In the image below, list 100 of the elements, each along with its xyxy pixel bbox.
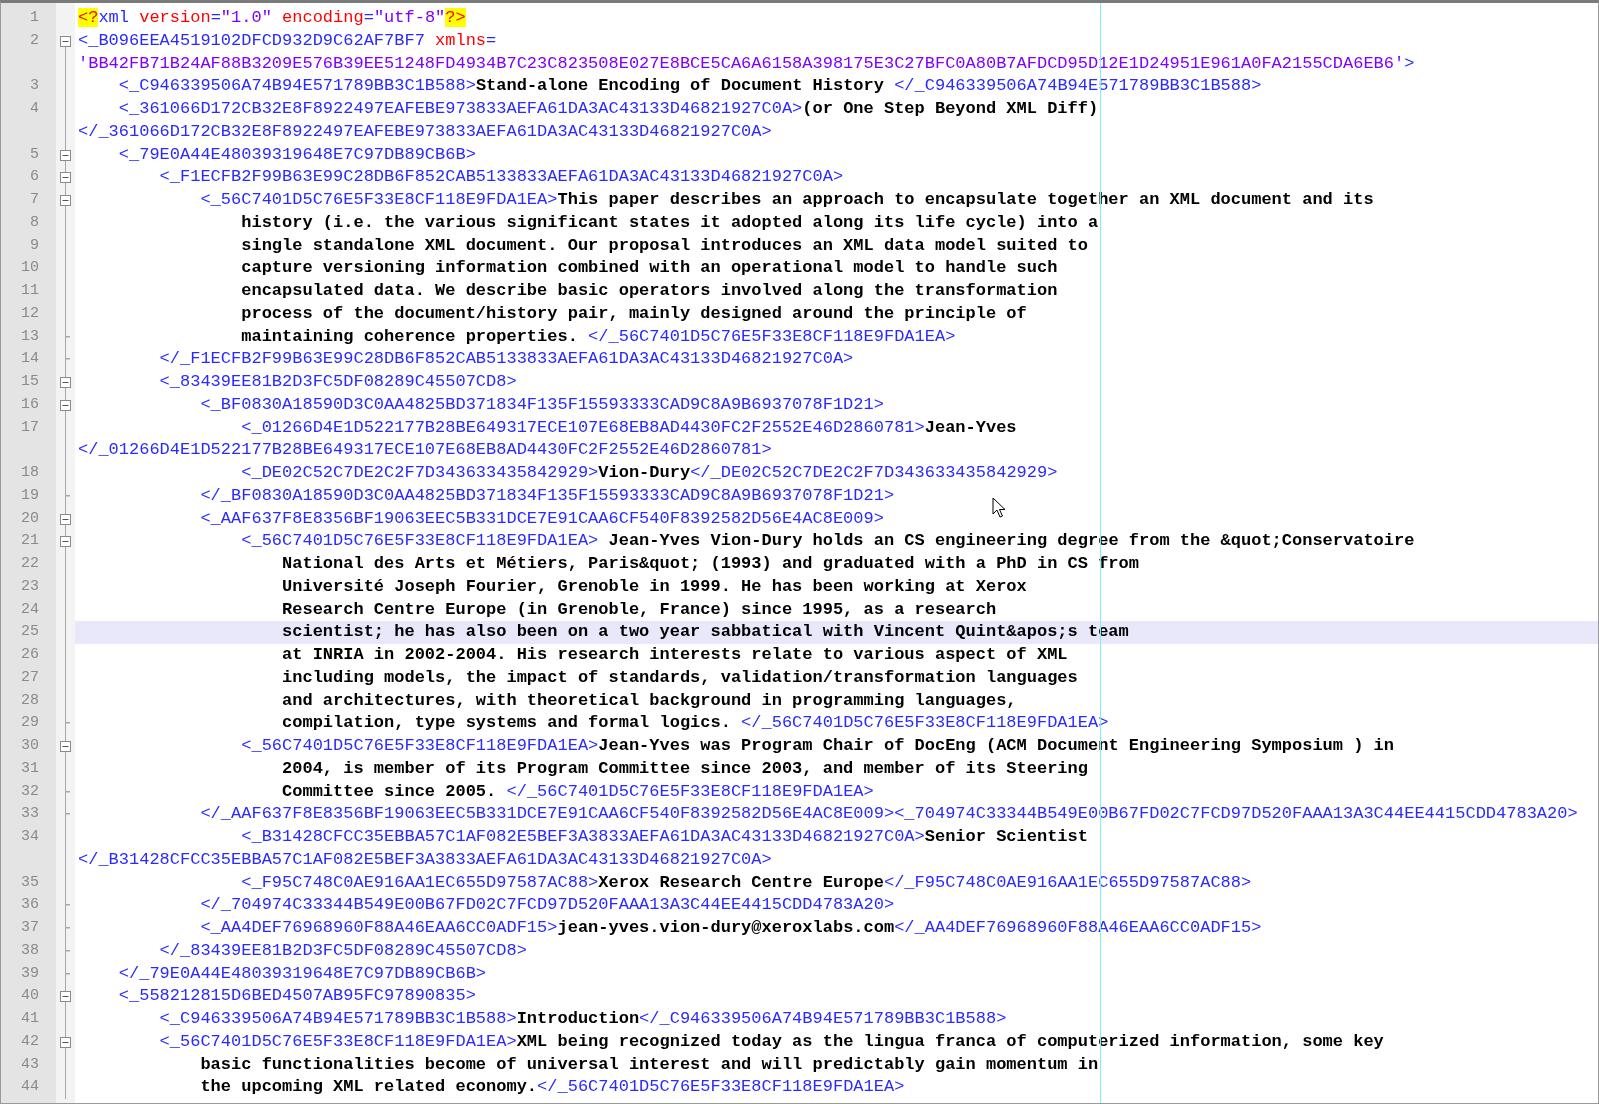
line-number: 42 (21, 1031, 40, 1052)
code-line: capture versioning information combined with an operational model to handle such (240, 257, 1058, 280)
code-line: basic functionalities become of universal interest and will predictably gain momentum in (199, 1053, 1099, 1076)
line-number: 9 (30, 235, 40, 256)
collapse-icon[interactable] (60, 1036, 71, 1048)
code-line: <_B31428CFCC35EBBA57C1AF082E5BEF3A3833AEFA61DA3AC43133D46821927C0A>Senior Scientist (240, 826, 1088, 848)
line-number: 32 (21, 781, 40, 802)
line-number: 2 (30, 30, 40, 51)
line-number: 28 (21, 690, 40, 711)
code-line: 2004, is member of its Program Committee since 2003, and member of its Steering (281, 757, 1088, 780)
code-line: <_C946339506A74B94E571789BB3C1B588>Introduction</_C946339506A74B94E571789BB3C1B588> (158, 1008, 1007, 1030)
code-line: <_56C7401D5C76E5F33E8CF118E9FDA1EA> Jean-Yves Vion-Dury holds an CS engineering degree from the &quot;Conservatoire (240, 530, 1415, 553)
line-number: 14 (21, 349, 40, 370)
line-number: 4 (30, 99, 40, 119)
code-line: maintaining coherence properties. </_56C7401D5C76E5F33E8CF118E9FDA1EA> (240, 325, 956, 348)
line-number: 26 (21, 645, 40, 665)
fold-end-icon (65, 790, 70, 793)
code-line: process of the document/history pair, mainly designed around the principle of (240, 302, 1027, 325)
line-number: 31 (21, 758, 40, 779)
code-line: <_BF0830A18590D3C0AA4825BD371834F135F15593333CAD9C8A9B6937078F1D21> (199, 393, 884, 416)
code-line: Research Centre Europe (in Grenoble, France) since 1995, as a research (281, 598, 997, 621)
code-line: history (i.e. the various significant states it adopted along its life cycle) into a (240, 211, 1099, 234)
collapse-icon[interactable] (60, 536, 71, 548)
collapse-icon[interactable] (60, 35, 71, 47)
line-number: 36 (21, 895, 40, 916)
code-line: <_83439EE81B2D3FC5DF08289C45507CD8> (158, 371, 517, 393)
code-line: Université Joseph Fourier, Grenoble in 1999. He has been working at Xerox (281, 575, 1027, 598)
code-line: <?xml version="1.0" encoding="utf-8"?> (78, 7, 466, 29)
line-number: 6 (30, 167, 40, 188)
fold-end-icon (65, 949, 70, 952)
line-number: 33 (21, 804, 40, 825)
collapse-icon[interactable] (60, 377, 71, 388)
code-line: </_361066D172CB32E8F8922497EAFEBE973833AEFA61DA3AC43133D46821927C0A> (78, 120, 772, 143)
code-line: </_BF0830A18590D3C0AA4825BD371834F135F15593333CAD9C8A9B6937078F1D21> (199, 484, 895, 507)
line-number: 18 (21, 463, 40, 483)
code-line: </_01266D4E1D522177B28BE649317ECE107E68EB8AD4430FC2F2552E46D2860781> (78, 439, 772, 462)
line-number: 43 (21, 1054, 40, 1075)
line-number: 44 (21, 1077, 40, 1098)
code-line: <_B096EEA4519102DFCD932D9C62AF7BF7 xmlns= (78, 29, 497, 52)
line-number: 11 (21, 281, 40, 301)
code-line: including models, the impact of standards, validation/transformation languages (281, 666, 1078, 689)
code-line: </_B31428CFCC35EBBA57C1AF082E5BEF3A3833AEFA61DA3AC43133D46821927C0A> (78, 848, 772, 871)
fold-end-icon (65, 722, 70, 725)
code-line: encapsulated data. We describe basic operators involved along the transformation (240, 280, 1058, 302)
collapse-icon[interactable] (60, 513, 71, 525)
code-line: single standalone XML document. Our proposal introduces an XML data model suited to (240, 234, 1088, 257)
code-line: <_F1ECFB2F99B63E99C28DB6F852CAB5133833AEFA61DA3AC43133D46821927C0A> (158, 166, 844, 189)
line-number: 30 (21, 736, 40, 756)
code-line: <_DE02C52C7DE2C2F7D343633435842929>Vion-Dury</_DE02C52C7DE2C2F7D343633435842929> (240, 462, 1058, 484)
code-line: the upcoming XML related economy.</_56C7401D5C76E5F33E8CF118E9FDA1EA> (199, 1076, 905, 1099)
line-number: 19 (21, 485, 40, 506)
collapse-icon[interactable] (60, 991, 71, 1003)
code-line: <_01266D4E1D522177B28BE649317ECE107E68EB8AD4430FC2F2552E46D2860781>Jean-Yves (240, 416, 1017, 439)
line-number: 37 (21, 918, 40, 938)
line-number: 39 (21, 963, 40, 984)
line-number: 1 (30, 8, 40, 28)
code-line: </_83439EE81B2D3FC5DF08289C45507CD8> (158, 939, 527, 962)
line-number: 21 (21, 531, 40, 552)
code-line: <_79E0A44E48039319648E7C97DB89CB6B> (117, 143, 476, 166)
line-number: 23 (21, 576, 40, 597)
collapse-icon[interactable] (60, 399, 71, 411)
line-number: 41 (21, 1009, 40, 1029)
collapse-icon[interactable] (60, 741, 71, 752)
collapse-icon[interactable] (60, 172, 71, 184)
code-line: <_558212815D6BED4507AB95FC97890835> (117, 985, 476, 1008)
fold-end-icon (65, 358, 70, 361)
collapse-icon[interactable] (60, 149, 71, 161)
code-line: scientist; he has also been on a two year sabbatical with Vincent Quint&apos;s team (281, 621, 1129, 644)
code-line: </_79E0A44E48039319648E7C97DB89CB6B> (117, 962, 487, 985)
line-number: 27 (21, 667, 40, 688)
line-number: 3 (30, 76, 40, 97)
line-number: 35 (21, 872, 40, 893)
line-number: 15 (21, 372, 40, 392)
line-number: 5 (30, 144, 40, 165)
code-line: <_361066D172CB32E8F8922497EAFEBE973833AEFA61DA3AC43133D46821927C0A>(or One Step Beyond XML Diff) (117, 98, 1099, 120)
fold-end-icon (65, 972, 70, 975)
fold-end-icon (65, 335, 70, 338)
line-number: 40 (21, 986, 40, 1007)
line-number: 24 (21, 599, 40, 620)
line-number: 25 (21, 622, 40, 643)
line-number: 34 (21, 827, 40, 847)
code-line: at INRIA in 2002-2004. His research interests relate to various aspect of XML (281, 644, 1068, 666)
line-number: 13 (21, 326, 40, 347)
code-line: </_F1ECFB2F99B63E99C28DB6F852CAB5133833AEFA61DA3AC43133D46821927C0A> (158, 348, 854, 371)
code-line: and architectures, with theoretical background in programming languages, (281, 689, 1017, 712)
code-line: <_AAF637F8E8356BF19063EEC5B331DCE7E91CAA6CF540F8392582D56E4AC8E009> (199, 507, 884, 530)
line-number: 8 (30, 212, 40, 233)
code-line: <_56C7401D5C76E5F33E8CF118E9FDA1EA>XML being recognized today as the lingua franca of computerized information, some key (158, 1030, 1384, 1053)
collapse-icon[interactable] (60, 195, 71, 206)
line-number: 10 (21, 258, 40, 279)
line-number: 17 (21, 417, 40, 438)
line-number: 22 (21, 554, 40, 574)
fold-end-icon (65, 494, 70, 497)
line-number: 20 (21, 508, 40, 529)
fold-end-icon (65, 813, 70, 816)
code-line: <_56C7401D5C76E5F33E8CF118E9FDA1EA>This paper describes an approach to encapsulate together an XML document and its (199, 189, 1374, 211)
code-line: <_56C7401D5C76E5F33E8CF118E9FDA1EA>Jean-Yves was Program Chair of DocEng (ACM Document Engineering Symposium ) in (240, 735, 1395, 757)
line-number: 38 (21, 940, 40, 961)
code-line: </_704974C33344B549E00B67FD02C7FCD97D520FAAA13A3C44EE4415CDD4783A20> (199, 894, 895, 917)
fold-end-icon (65, 904, 70, 907)
